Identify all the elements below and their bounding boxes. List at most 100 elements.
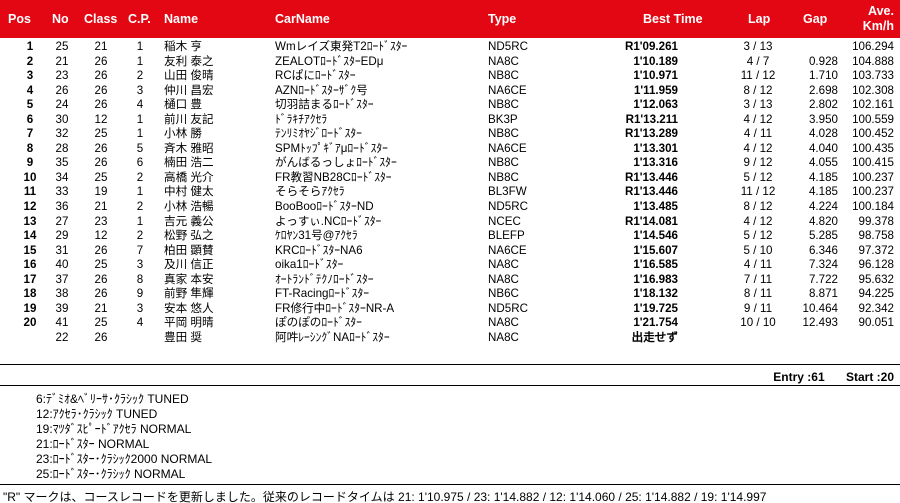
row-class: 26	[94, 243, 108, 257]
entry-summary: Entry :61 Start :20	[755, 370, 894, 384]
row-ave-speed: 100.184	[852, 200, 894, 214]
row-driver-name: 安本 悠人	[164, 301, 214, 315]
row-type: NB8C	[488, 170, 519, 184]
row-car-name: FR修行中ﾛｰﾄﾞｽﾀｰNR-A	[275, 301, 395, 315]
row-ave-speed: 103.733	[852, 69, 894, 83]
table-row: 5 24 26 4 樋口 豊 切羽詰まるﾛｰﾄﾞｽﾀｰ NB8C 1'12.063 3 / 13…	[0, 98, 900, 113]
row-class: 21	[94, 200, 108, 214]
row-lap: 10 / 10	[740, 316, 776, 330]
class-notes: 6:ﾃﾞﾐｵ&ﾍﾞﾘｰｻ･ｸﾗｼｯｸ TUNED 12:ｱｸｾﾗ･ｸﾗｼｯｸ TU…	[36, 392, 212, 482]
row-no: 39	[55, 301, 69, 315]
row-driver-name: 仲川 昌宏	[164, 83, 214, 97]
row-cp: 1	[136, 40, 144, 53]
row-ave-speed: 106.294	[852, 40, 894, 53]
row-driver-name: 及川 信正	[164, 258, 214, 272]
row-best-time: R1'13.211	[625, 112, 678, 126]
row-no: 27	[55, 214, 69, 228]
row-gap: 0.928	[808, 54, 838, 68]
row-lap: 4 / 12	[743, 214, 773, 228]
row-gap: 10.464	[802, 301, 838, 315]
row-driver-name: 前川 友記	[164, 112, 214, 126]
divider	[0, 385, 900, 386]
header-name: Name	[164, 12, 199, 26]
row-cp: 1	[136, 185, 144, 199]
header-lap: Lap	[748, 12, 771, 26]
class-note: 25:ﾛｰﾄﾞｽﾀｰ･ｸﾗｼｯｸ NORMAL	[36, 467, 186, 481]
row-gap: 8.871	[808, 287, 838, 301]
row-class: 26	[94, 98, 108, 112]
row-driver-name: 山田 俊晴	[164, 69, 214, 83]
row-car-name: ｵｰﾄﾗﾝﾄﾞﾃｸﾉﾛｰﾄﾞｽﾀｰ	[275, 272, 374, 286]
row-car-name: ぽのぽのﾛｰﾄﾞｽﾀｰ	[275, 316, 362, 330]
row-best-time: 1'12.063	[633, 98, 678, 112]
row-cp: 1	[136, 112, 144, 126]
row-lap: 4 / 12	[743, 112, 773, 126]
row-best-time: 1'11.959	[633, 83, 678, 97]
row-car-name: AZNﾛｰﾄﾞｽﾀｰｻﾞｸ号	[275, 83, 368, 97]
row-lap: 4 / 11	[743, 127, 773, 141]
row-no: 41	[55, 316, 69, 330]
row-type: NB8C	[488, 156, 519, 170]
row-car-name: そらそらｱｸｾﾗ	[275, 185, 345, 199]
row-pos: 15	[23, 243, 37, 257]
row-type: NA8C	[488, 272, 519, 286]
row-cp: 1	[136, 127, 144, 141]
row-gap: 2.698	[808, 83, 838, 97]
row-gap: 5.285	[808, 229, 838, 243]
header-ave-bottom: Km/h	[862, 19, 894, 33]
row-cp: 5	[136, 141, 144, 155]
row-car-name: SPMﾄｯﾌﾟｷﾞｱμﾛｰﾄﾞｽﾀｰ	[275, 141, 388, 155]
row-type: BK3P	[488, 112, 518, 126]
row-best-time: 1'16.983	[633, 272, 678, 286]
row-best-time: 1'13.301	[633, 141, 678, 155]
row-best-time: 1'16.585	[633, 258, 678, 272]
header-ave-top: Ave.	[868, 4, 894, 18]
row-cp: 9	[136, 287, 144, 301]
table-row: 13 27 23 1 吉元 義公 よっすぃ.NCﾛｰﾄﾞｽﾀｰ NCEC R1'14.081 4…	[0, 215, 900, 230]
row-no: 24	[55, 98, 69, 112]
row-class: 21	[94, 40, 108, 53]
row-best-time: 1'13.316	[633, 156, 678, 170]
row-type: NA8C	[488, 258, 519, 272]
header-class: Class	[84, 12, 118, 26]
row-car-name: ｹﾛﾔﾝ31号@ｱｸｾﾗ	[275, 229, 358, 243]
table-row: 14 29 12 2 松野 弘之 ｹﾛﾔﾝ31号@ｱｸｾﾗ BLEFP 1'14.546 5 /…	[0, 229, 900, 244]
row-no: 25	[55, 40, 69, 53]
row-no: 38	[55, 287, 69, 301]
table-row: 2 21 26 1 友利 泰之 ZEALOTﾛｰﾄﾞｽﾀｰEDμ NA8C 1'10.189 4…	[0, 55, 900, 70]
row-car-name: 切羽詰まるﾛｰﾄﾞｽﾀｰ	[275, 98, 374, 112]
row-ave-speed: 99.378	[858, 214, 894, 228]
table-row: 10 34 25 2 高橋 光介 FR教習NB28Cﾛｰﾄﾞｽﾀｰ NB8C R1'13.44…	[0, 171, 900, 186]
row-ave-speed: 100.559	[852, 112, 894, 126]
row-pos: 11	[23, 185, 37, 199]
row-pos: 5	[26, 98, 34, 112]
row-ave-speed: 104.888	[852, 54, 894, 68]
row-class: 26	[94, 156, 108, 170]
row-cp: 3	[136, 301, 144, 315]
row-best-time: 1'10.971	[633, 69, 678, 83]
row-lap: 3 / 13	[743, 40, 773, 53]
row-gap: 7.324	[808, 258, 838, 272]
class-note: 6:ﾃﾞﾐｵ&ﾍﾞﾘｰｻ･ｸﾗｼｯｸ TUNED	[36, 392, 189, 406]
row-no: 29	[55, 229, 69, 243]
row-lap: 9 / 11	[743, 301, 773, 315]
row-type: NB6C	[488, 287, 519, 301]
row-lap: 8 / 11	[743, 287, 773, 301]
row-no: 32	[55, 127, 69, 141]
row-type: NCEC	[488, 214, 521, 228]
table-row: 11 33 19 1 中村 健太 そらそらｱｸｾﾗ BL3FW R1'13.446 11 / 1…	[0, 185, 900, 200]
row-pos: 2	[26, 54, 34, 68]
record-note: "R" マークは、コースレコードを更新しました。従来のレコードタイムは 21: …	[3, 490, 767, 503]
row-ave-speed: 100.415	[852, 156, 894, 170]
row-class: 25	[94, 258, 108, 272]
row-ave-speed: 92.342	[858, 301, 894, 315]
header-type: Type	[488, 12, 517, 26]
row-cp: 7	[136, 243, 144, 257]
row-pos: 19	[23, 301, 37, 315]
row-best-time: 1'15.607	[633, 243, 678, 257]
row-cp: 2	[136, 200, 144, 214]
row-best-time: R1'13.446	[624, 170, 678, 184]
row-pos: 7	[26, 127, 34, 141]
row-driver-name: 平岡 明晴	[164, 316, 214, 330]
table-row: 16 40 25 3 及川 信正 oika1ﾛｰﾄﾞｽﾀｰ NA8C 1'16.585 4 / …	[0, 258, 900, 273]
